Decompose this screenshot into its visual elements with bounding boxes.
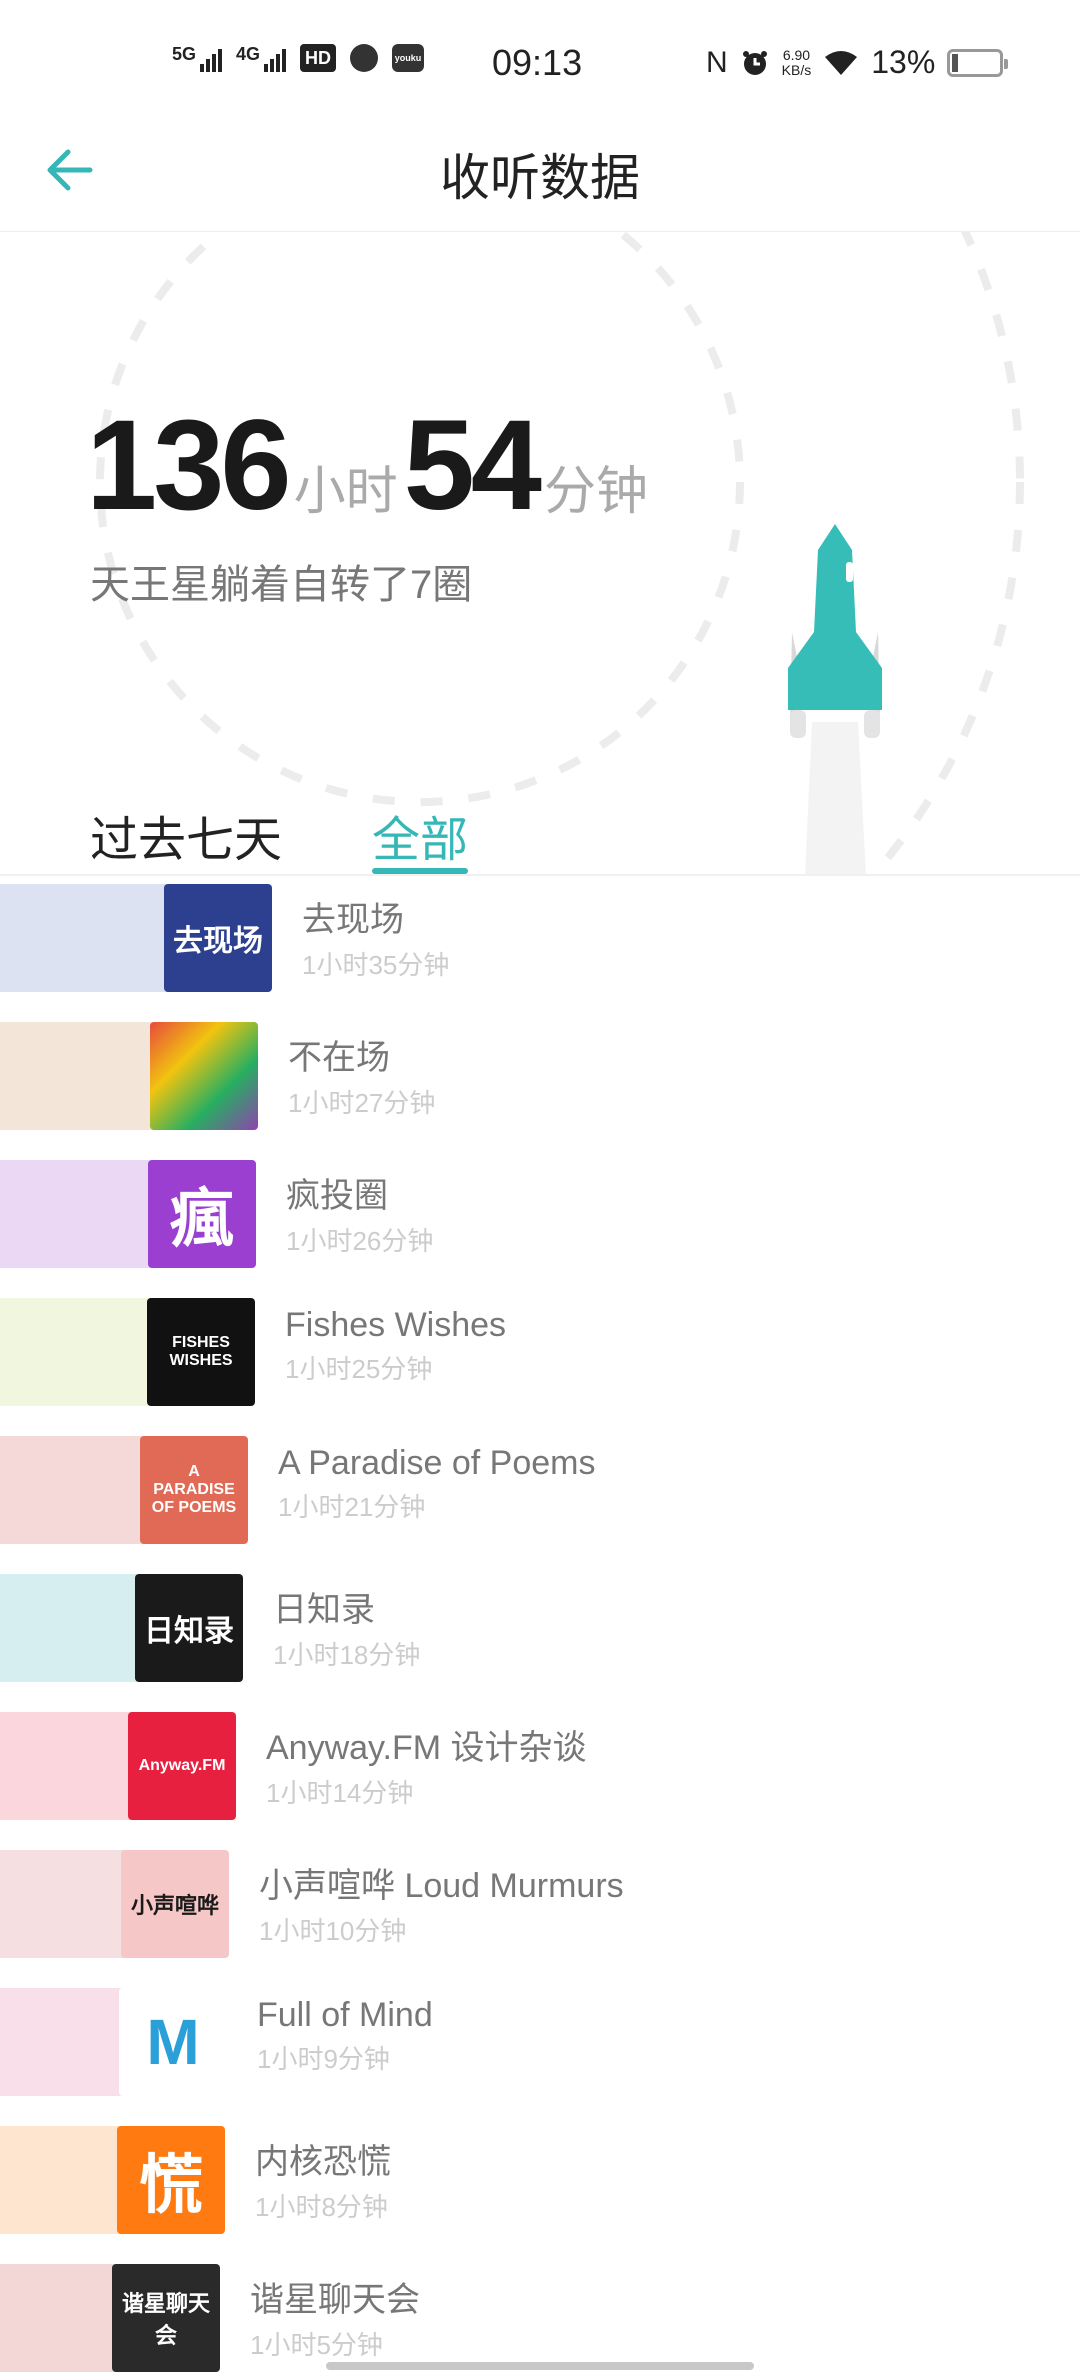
podcast-cover[interactable]: 日知录 — [135, 1574, 243, 1682]
home-indicator[interactable] — [326, 2362, 754, 2370]
podcast-duration: 1小时26分钟 — [286, 1226, 434, 1256]
podcast-ranking-list: 去现场 去现场 1小时35分钟不在场 1小时27分钟瘋疯投圈 1小时26分钟 FISHES… — [0, 876, 1080, 2376]
podcast-cover[interactable] — [150, 1022, 258, 1130]
podcast-duration: 1小时35分钟 — [302, 950, 450, 980]
podcast-duration: 1小时10分钟 — [259, 1916, 407, 1946]
podcast-cover[interactable]: Anyway.FM — [128, 1712, 236, 1820]
podcast-duration: 1小时21分钟 — [278, 1492, 426, 1522]
status-left-icons: 5G 4G HD youku — [172, 44, 425, 72]
podcast-cover[interactable]: M — [119, 1988, 227, 2096]
status-bar: 5G 4G HD youku 09:13 N 6.90 KB/s 13% — [0, 0, 1080, 120]
podcast-cover[interactable]: 小声喧哗 — [121, 1850, 229, 1958]
podcast-title: A Paradise of Poems — [278, 1444, 596, 1482]
page-title: 收听数据 — [440, 150, 640, 206]
status-right-icons: N 6.90 KB/s 13% — [706, 44, 1009, 81]
battery-percent: 13% — [871, 44, 936, 80]
network-speed-value: 6.90 — [782, 46, 811, 63]
battery-icon — [947, 48, 1009, 77]
wifi-icon — [825, 50, 858, 75]
hours-value: 136 — [86, 394, 292, 537]
podcast-info: 去现场 1小时35分钟 — [302, 892, 449, 982]
podcast-duration: 1小时27分钟 — [288, 1088, 436, 1118]
hd-volte-icon: HD — [300, 44, 337, 72]
app-notification-icon — [350, 44, 379, 72]
podcast-title: 不在场 — [288, 1039, 390, 1077]
podcast-row[interactable]: Anyway.FM Anyway.FM 设计杂谈 1小时14分钟 — [0, 1704, 1080, 1842]
podcast-duration: 1小时25分钟 — [285, 1354, 433, 1384]
cellular-5g-icon: 5G — [172, 44, 223, 72]
podcast-info: Anyway.FM 设计杂谈 1小时14分钟 — [266, 1720, 587, 1810]
podcast-title: Full of Mind — [257, 1996, 433, 2034]
podcast-cover[interactable]: FISHES WISHES — [147, 1298, 255, 1406]
podcast-info: A Paradise of Poems 1小时21分钟 — [278, 1444, 596, 1524]
network-5g-label: 5G — [172, 44, 197, 64]
podcast-info: 日知录 1小时18分钟 — [273, 1582, 420, 1672]
podcast-title: Anyway.FM 设计杂谈 — [266, 1729, 587, 1767]
hours-unit: 小时 — [293, 463, 398, 521]
podcast-cover[interactable]: 去现场 — [164, 884, 272, 992]
podcast-row[interactable]: 谐星聊天会 谐星聊天会 1小时5分钟 — [0, 2256, 1080, 2376]
minutes-value: 54 — [403, 394, 542, 537]
podcast-title: 疯投圈 — [286, 1177, 388, 1215]
podcast-row[interactable]: 去现场 去现场 1小时35分钟 — [0, 876, 1080, 1014]
podcast-info: Fishes Wishes 1小时25分钟 — [285, 1306, 506, 1386]
active-tab-indicator — [372, 868, 468, 874]
podcast-title: 内核恐慌 — [255, 2143, 391, 2181]
podcast-row[interactable]: M Full of Mind 1小时9分钟 — [0, 1980, 1080, 2118]
podcast-info: 内核恐慌 1小时8分钟 — [255, 2134, 391, 2224]
tab-all[interactable]: 全部 — [372, 800, 468, 870]
minutes-unit: 分钟 — [543, 463, 648, 521]
podcast-info: Full of Mind 1小时9分钟 — [257, 1996, 433, 2076]
podcast-info: 小声喧哗 Loud Murmurs 1小时10分钟 — [259, 1858, 624, 1948]
podcast-title: 谐星聊天会 — [250, 2281, 420, 2319]
tab-past-seven-days[interactable]: 过去七天 — [90, 800, 282, 870]
podcast-row[interactable]: 小声喧哗 小声喧哗 Loud Murmurs 1小时10分钟 — [0, 1842, 1080, 1980]
nfc-icon: N — [706, 45, 728, 79]
podcast-cover[interactable]: 慌 — [117, 2126, 225, 2234]
podcast-title: 日知录 — [273, 1591, 375, 1629]
podcast-info: 谐星聊天会 1小时5分钟 — [250, 2272, 420, 2362]
podcast-cover[interactable]: A PARADISE OF POEMS — [140, 1436, 248, 1544]
podcast-info: 疯投圈 1小时26分钟 — [286, 1168, 433, 1258]
podcast-title: 去现场 — [302, 901, 404, 939]
podcast-row[interactable]: 慌内核恐慌 1小时8分钟 — [0, 2118, 1080, 2256]
podcast-row[interactable]: 不在场 1小时27分钟 — [0, 1014, 1080, 1152]
range-tabs: 过去七天 全部 — [0, 790, 1080, 876]
podcast-row[interactable]: 瘋疯投圈 1小时26分钟 — [0, 1152, 1080, 1290]
podcast-row[interactable]: FISHES WISHES Fishes Wishes 1小时25分钟 — [0, 1290, 1080, 1428]
podcast-row[interactable]: A PARADISE OF POEMS A Paradise of Poems 1小… — [0, 1428, 1080, 1566]
podcast-title: Fishes Wishes — [285, 1306, 507, 1344]
podcast-title: 小声喧哗 Loud Murmurs — [259, 1867, 624, 1905]
status-time: 09:13 — [492, 42, 583, 83]
fun-fact-text: 天王星躺着自转了7圈 — [90, 563, 473, 607]
podcast-duration: 1小时8分钟 — [255, 2192, 388, 2222]
network-4g-label: 4G — [236, 44, 261, 64]
podcast-info: 不在场 1小时27分钟 — [288, 1030, 435, 1120]
podcast-duration: 1小时9分钟 — [257, 2044, 390, 2074]
podcast-cover[interactable]: 谐星聊天会 — [112, 2264, 220, 2372]
youku-icon: youku — [392, 44, 425, 72]
app-header: 收听数据 — [0, 120, 1080, 232]
podcast-cover[interactable]: 瘋 — [148, 1160, 256, 1268]
network-speed: 6.90 KB/s — [781, 46, 812, 78]
podcast-duration: 1小时14分钟 — [266, 1778, 414, 1808]
listening-summary: 136 小时 54 分钟 天王星躺着自转了7圈 — [0, 232, 1080, 876]
total-listening-time: 136 小时 54 分钟 — [86, 392, 654, 539]
network-speed-unit: KB/s — [781, 61, 812, 78]
podcast-duration: 1小时5分钟 — [250, 2330, 383, 2360]
podcast-duration: 1小时18分钟 — [273, 1640, 421, 1670]
cellular-4g-icon: 4G — [236, 44, 287, 72]
podcast-row[interactable]: 日知录 日知录 1小时18分钟 — [0, 1566, 1080, 1704]
alarm-icon — [742, 50, 767, 75]
